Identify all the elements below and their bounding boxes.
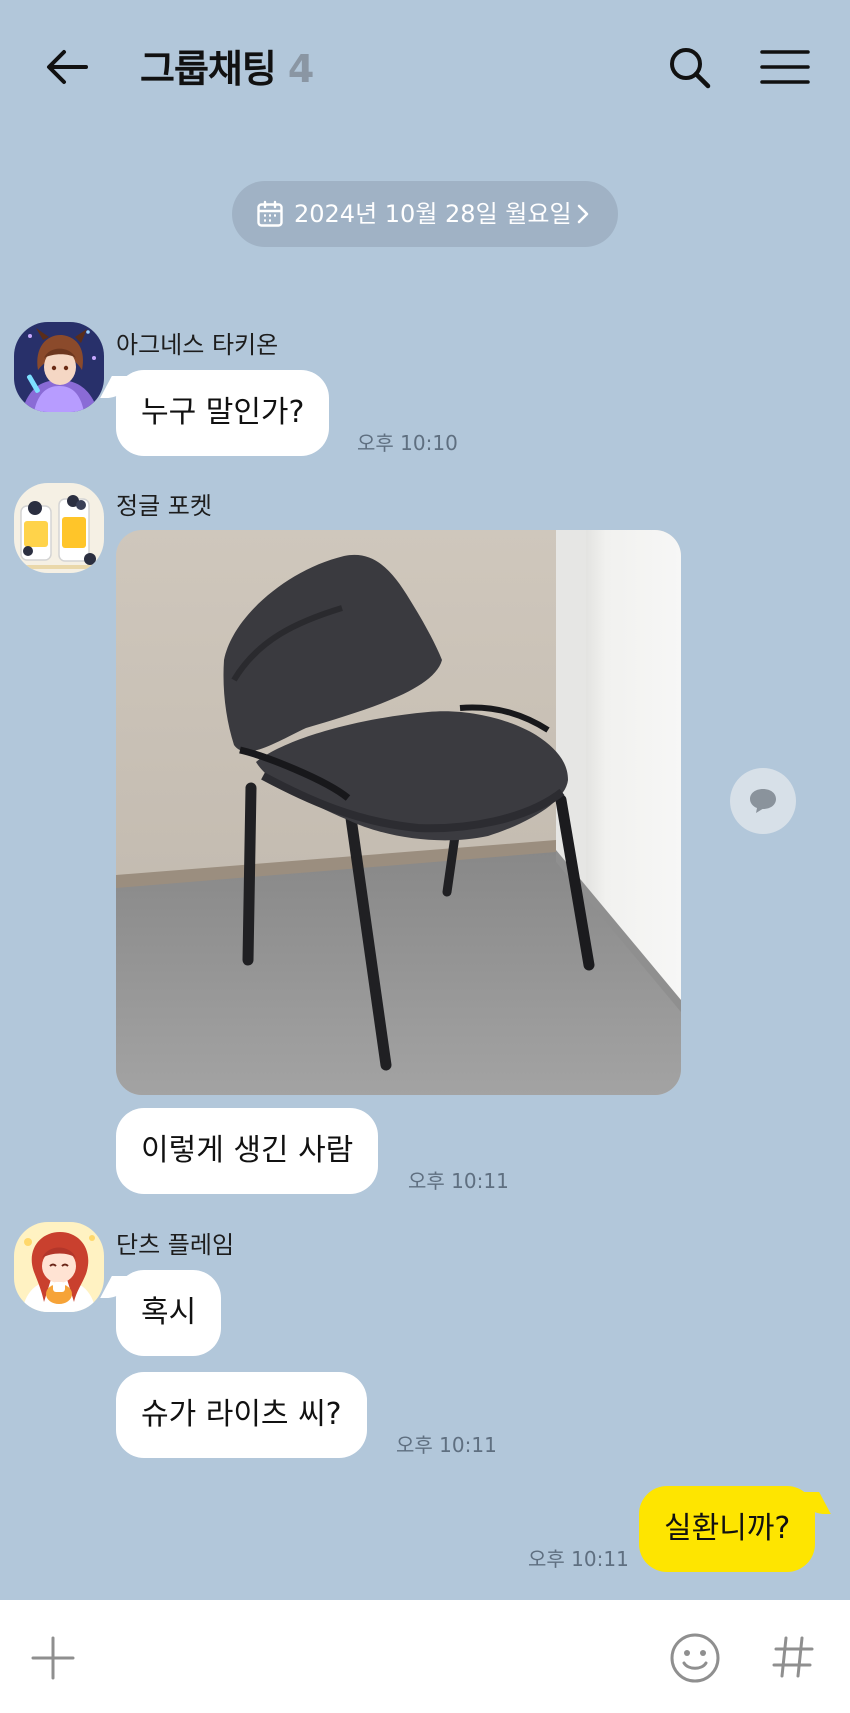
message-bubble[interactable]: 이렇게 생긴 사람 — [116, 1108, 379, 1194]
chat-header: 그룹채팅 4 — [0, 0, 850, 150]
search-icon[interactable] — [666, 44, 712, 90]
avatar-image — [14, 1222, 104, 1312]
avatar[interactable] — [14, 322, 104, 412]
plus-icon[interactable] — [30, 1635, 76, 1681]
message-time: 오후 10:11 — [528, 1547, 629, 1571]
avatar-image — [14, 483, 104, 573]
date-divider[interactable]: 2024년 10월 28일 월요일 — [232, 181, 618, 247]
hashtag-icon[interactable] — [770, 1634, 816, 1680]
message-bubble[interactable]: 혹시 — [116, 1270, 222, 1356]
reply-button[interactable] — [730, 768, 796, 834]
sender-name: 아그네스 타키온 — [116, 331, 279, 359]
reply-bubble-icon — [750, 789, 776, 813]
page-title: 그룹채팅 4 — [140, 44, 314, 94]
sender-name: 정글 포켓 — [116, 492, 212, 520]
avatar[interactable] — [14, 1222, 104, 1312]
chair-photo — [116, 530, 681, 1095]
message-bubble[interactable]: 슈가 라이츠 씨? — [116, 1372, 367, 1458]
avatar[interactable] — [14, 483, 104, 573]
chevron-right-icon — [577, 204, 589, 224]
message-time: 오후 10:10 — [357, 431, 458, 455]
hamburger-menu-icon[interactable] — [760, 44, 810, 90]
calendar-icon — [257, 200, 283, 227]
chat-title: 그룹채팅 — [140, 47, 277, 91]
message-time: 오후 10:11 — [396, 1433, 497, 1457]
shared-photo[interactable] — [116, 530, 681, 1095]
date-label: 2024년 10월 28일 월요일 — [294, 200, 572, 228]
message-bubble[interactable]: 누구 말인가? — [116, 370, 330, 456]
message-time: 오후 10:11 — [408, 1169, 509, 1193]
my-message-bubble[interactable]: 실환니까? — [639, 1486, 816, 1572]
emoji-icon[interactable] — [669, 1632, 721, 1684]
back-arrow-icon[interactable] — [44, 44, 90, 90]
avatar-image — [14, 322, 104, 412]
input-bar — [0, 1600, 850, 1713]
sender-name: 단츠 플레임 — [116, 1231, 235, 1259]
member-count: 4 — [287, 47, 314, 91]
